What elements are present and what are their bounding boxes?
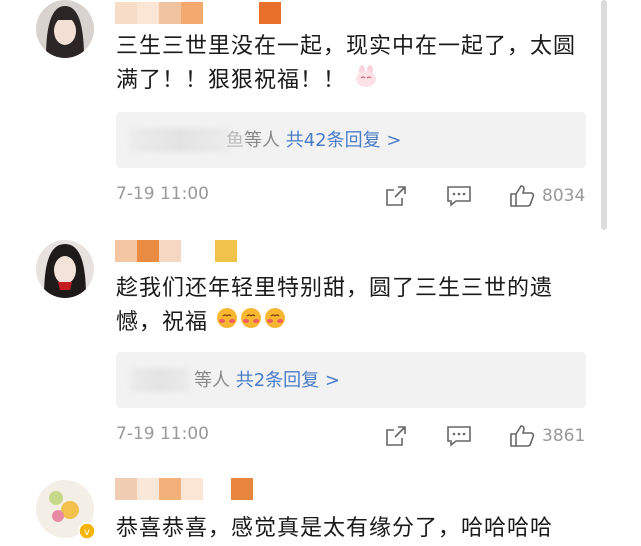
comment-icon[interactable] [446,424,472,452]
comment-date: 7-19 11:00 [116,424,209,444]
share-icon[interactable] [384,184,408,212]
comment-meta: 7-19 11:00 8034 [116,184,606,210]
reply-count-link[interactable]: 共42条回复 > [286,130,402,151]
like-count: 8034 [542,186,586,206]
reply-summary[interactable]: 鱼等人 共42条回复 > [116,112,586,168]
reply-summary[interactable]: 等人 共2条回复 > [116,352,586,408]
share-icon[interactable] [384,424,408,452]
blushing-face-icon [216,306,288,340]
comment-icon[interactable] [446,184,472,212]
comment-text: 三生三世里没在一起，现实中在一起了，太圆满了！！狠狠祝福！！ [116,30,596,98]
reply-count-link[interactable]: 共2条回复 > [236,370,340,391]
comment-text: 恭喜恭喜，感觉真是太有缘分了，哈哈哈哈 [116,516,554,541]
comment-meta: 7-19 11:00 3861 [116,424,606,450]
username-redacted[interactable] [115,2,281,24]
scrollbar[interactable] [601,0,607,230]
avatar[interactable] [36,240,94,298]
username-redacted[interactable] [115,240,237,262]
verified-badge-icon: v [78,522,96,544]
thumbs-up-icon[interactable] [509,184,535,212]
like-count: 3861 [542,426,586,446]
svg-text:v: v [84,527,90,538]
thumbs-up-icon[interactable] [509,424,535,452]
comment-date: 7-19 11:00 [116,184,209,204]
comment-text: 趁我们还年轻里特别甜，圆了三生三世的遗憾，祝福 [116,272,596,340]
bunny-face-icon [354,64,378,98]
avatar[interactable] [36,0,94,58]
username-redacted[interactable] [115,478,253,500]
